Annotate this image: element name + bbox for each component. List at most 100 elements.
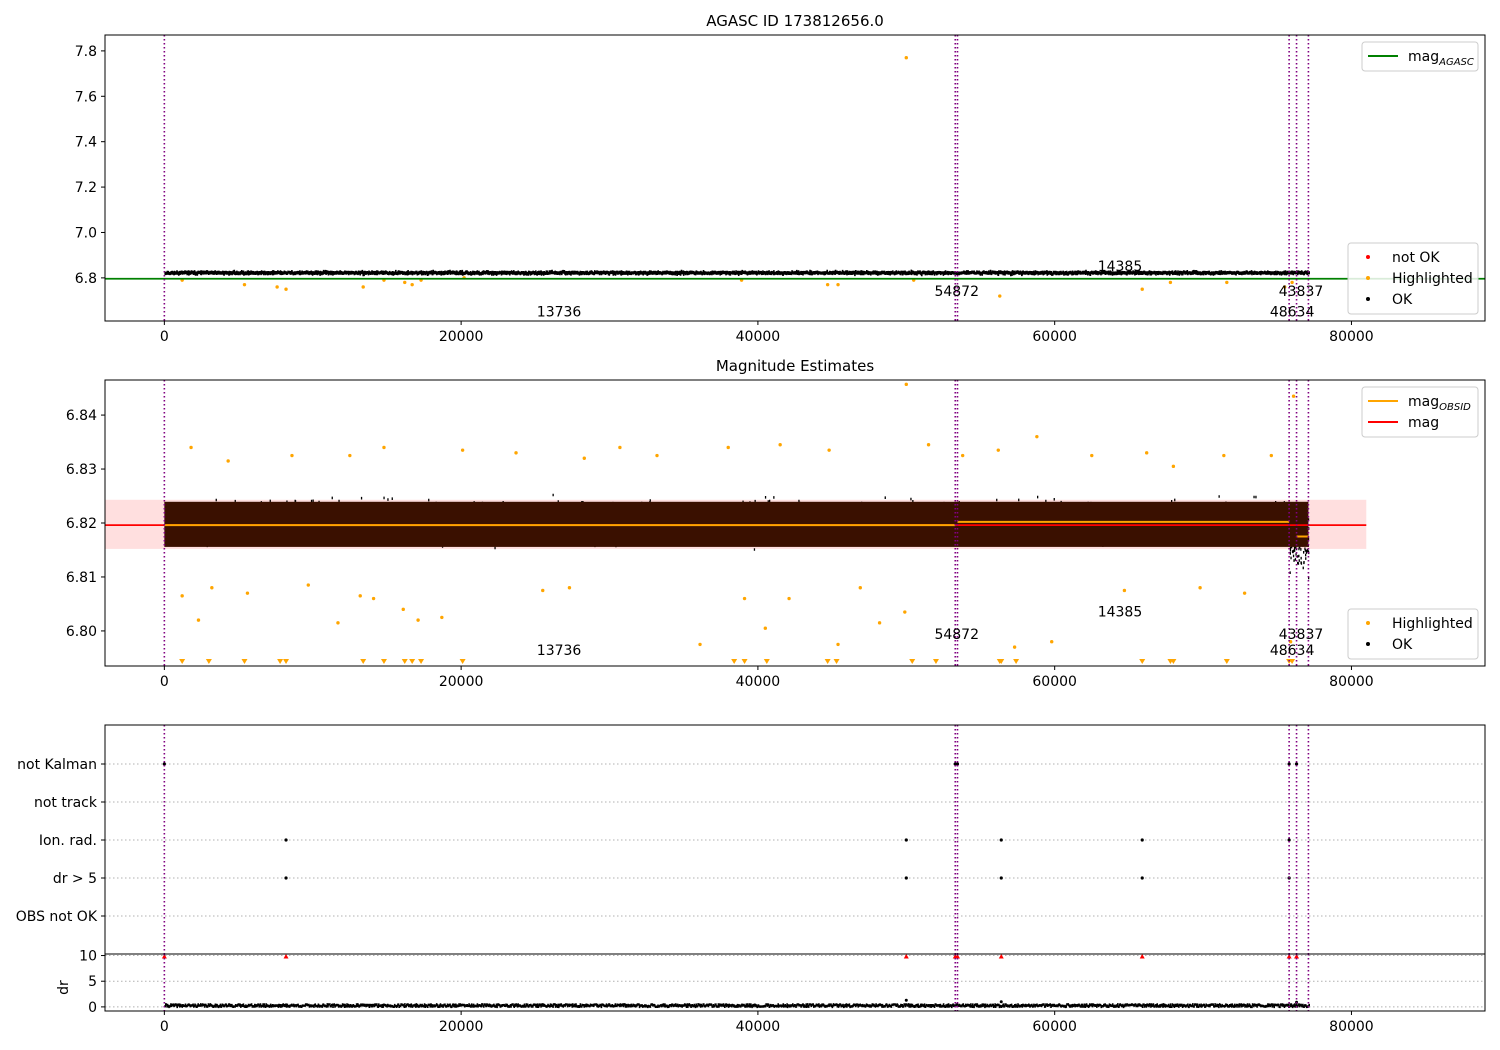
- panel-flags: not Kalman not track Ion. rad. dr > 5 OBS no…: [16, 724, 1486, 955]
- highlighted-point: [196, 618, 201, 622]
- obsid-label: 14385: [1098, 259, 1143, 275]
- y-tick-label: 10: [79, 949, 97, 965]
- highlighted-point: [440, 615, 444, 620]
- highlighted-point: [858, 586, 862, 590]
- highlighted-point: [1225, 280, 1229, 285]
- highlighted-point: [514, 451, 518, 455]
- dr-point: [904, 998, 908, 1002]
- highlighted-point: [284, 287, 288, 291]
- y-tick-label: 6.82: [66, 516, 97, 532]
- x-tick-label: 40000: [736, 329, 781, 345]
- x-tick-label: 60000: [1032, 1019, 1077, 1035]
- legend-label: OK: [1392, 292, 1413, 308]
- highlighted-point: [403, 280, 407, 285]
- highlighted-point: [1122, 588, 1127, 593]
- highlighted-point: [1140, 287, 1144, 291]
- highlighted-point: [410, 282, 414, 287]
- highlighted-point: [903, 610, 907, 614]
- highlighted-point: [1050, 640, 1054, 644]
- highlighted-point: [1222, 453, 1226, 458]
- highlighted-point: [401, 607, 405, 612]
- obsid-label: 43837: [1279, 627, 1324, 643]
- highlighted-point: [210, 586, 214, 590]
- highlighted-point: [348, 453, 352, 458]
- x-tick-label: 80000: [1329, 1019, 1374, 1035]
- legend-subscript: OBSID: [1439, 402, 1471, 413]
- highlighted-point: [541, 588, 545, 593]
- y-tick-label: 7.0: [75, 225, 97, 241]
- highlighted-point: [1242, 591, 1247, 595]
- highlighted-point: [416, 618, 420, 622]
- highlighted-point: [742, 596, 747, 601]
- flag-point: [999, 876, 1003, 880]
- x-tick-label: 20000: [439, 674, 484, 690]
- legend-marker: [1366, 621, 1370, 625]
- highlighted-point: [1168, 280, 1173, 285]
- panel-dr: 0 20000 40000 60000 80000 0 5 10 dr: [56, 949, 1486, 1035]
- y-tick-label: 7.6: [75, 89, 97, 105]
- figure: AGASC ID 173812656.0 13736 54872 14385 4383…: [16, 12, 1486, 1035]
- legend-label: Highlighted: [1392, 616, 1473, 632]
- obsid-label: 43837: [1279, 284, 1324, 300]
- legend-label: OK: [1392, 637, 1413, 653]
- y-tick-label: 6.81: [66, 570, 97, 586]
- legend-label: Highlighted: [1392, 271, 1473, 287]
- panel2-title: Magnitude Estimates: [716, 357, 874, 375]
- highlighted-point: [698, 642, 702, 647]
- highlighted-point: [382, 445, 386, 450]
- flag-label: Ion. rad.: [39, 833, 97, 849]
- highlighted-point: [998, 294, 1002, 298]
- highlighted-point: [827, 448, 831, 452]
- highlighted-point: [582, 456, 586, 460]
- x-tick-label: 0: [160, 1019, 169, 1035]
- obsid-label: 48634: [1270, 304, 1315, 320]
- highlighted-point: [275, 285, 279, 289]
- highlighted-point: [726, 445, 730, 450]
- y-tick-label: 7.8: [75, 44, 97, 60]
- highlighted-point: [189, 445, 193, 450]
- panel-magnitude-estimates: 13736 54872 14385 4383748634 0 20000 40000 6000…: [66, 379, 1486, 690]
- highlighted-point: [778, 443, 782, 447]
- x-tick-label: 40000: [736, 674, 781, 690]
- highlighted-point: [336, 621, 340, 625]
- obsid-label: 13736: [537, 643, 582, 659]
- highlighted-point: [904, 382, 908, 387]
- y-tick-label: 0: [88, 1000, 97, 1016]
- highlighted-point: [960, 453, 965, 458]
- highlighted-point: [180, 594, 184, 598]
- axes-background: [105, 954, 1485, 1011]
- x-tick-label: 80000: [1329, 329, 1374, 345]
- dr-points: [164, 1003, 1310, 1009]
- flag-point: [904, 838, 908, 842]
- highlighted-point: [460, 448, 465, 452]
- highlighted-point: [1291, 394, 1296, 398]
- obsid-label: 48634: [1270, 643, 1315, 659]
- obsid-label: 54872: [934, 627, 979, 643]
- y-tick-label: 5: [88, 974, 97, 990]
- highlighted-point: [618, 445, 622, 450]
- flag-point: [284, 876, 288, 880]
- highlighted-point: [926, 443, 931, 447]
- highlighted-point: [836, 282, 840, 287]
- x-tick-label: 80000: [1329, 674, 1374, 690]
- legend-label: not OK: [1392, 250, 1440, 266]
- highlighted-point: [825, 282, 830, 287]
- y-tick-label: 7.2: [75, 180, 97, 196]
- panel-agasc: 13736 54872 14385 43837 48634 0 20000 40000 6000…: [75, 34, 1486, 345]
- highlighted-point: [1269, 453, 1274, 458]
- y-tick-label: 6.80: [66, 624, 97, 640]
- x-tick-label: 60000: [1032, 329, 1077, 345]
- highlighted-point: [567, 586, 572, 590]
- highlighted-point: [763, 626, 768, 630]
- legend-marker: [1366, 297, 1370, 301]
- panel1-title: AGASC ID 173812656.0: [706, 12, 884, 30]
- highlighted-point: [245, 591, 250, 595]
- x-tick-label: 20000: [439, 329, 484, 345]
- highlighted-point: [361, 285, 365, 289]
- y-tick-label: 6.83: [66, 462, 97, 478]
- highlighted-point: [226, 459, 230, 463]
- obsid-label: 54872: [934, 284, 979, 300]
- x-tick-label: 0: [160, 329, 169, 345]
- highlighted-point: [358, 594, 362, 598]
- legend-marker: [1366, 255, 1370, 259]
